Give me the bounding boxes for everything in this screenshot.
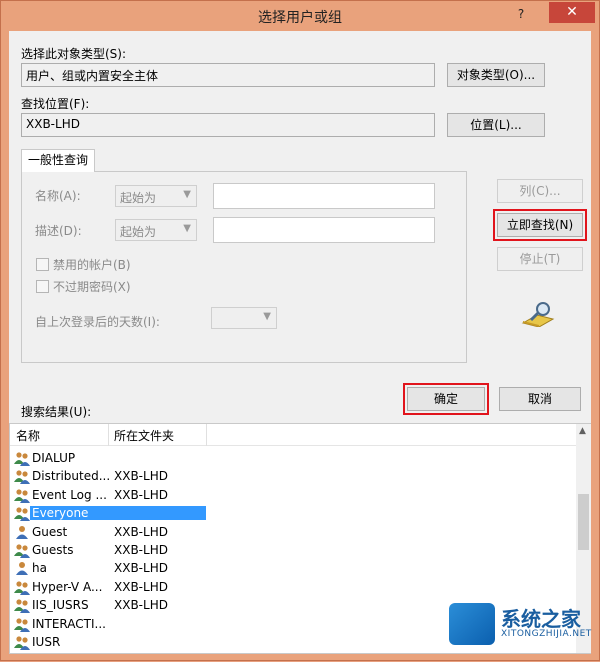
search-results-label: 搜索结果(U): [21, 405, 92, 419]
table-row[interactable]: Guests XXB-LHD [10, 542, 576, 560]
row-name: INTERACTI... [32, 616, 106, 631]
description-mode-select[interactable]: 起始为 ▼ [115, 219, 197, 241]
watermark-url: XITONGZHIJIA.NET [501, 629, 592, 639]
ok-button[interactable]: 确定 [403, 383, 489, 415]
table-row[interactable]: Guest XXB-LHD [10, 524, 576, 542]
row-name: IIS_IUSRS [32, 598, 89, 613]
dialog-window: 选择用户或组 ? ✕ 选择此对象类型(S): 用户、组或内置安全主体 对象类型(… [0, 0, 600, 661]
find-now-button[interactable]: 立即查找(N) [493, 209, 587, 241]
row-folder: XXB-LHD [114, 487, 168, 502]
row-name: Distributed... [32, 469, 111, 484]
column-separator[interactable] [206, 424, 207, 446]
row-folder: XXB-LHD [114, 579, 168, 594]
user-icon [16, 525, 28, 539]
user-group-icon [14, 470, 30, 485]
object-type-field: 用户、组或内置安全主体 [21, 63, 435, 87]
description-label: 描述(D): [35, 224, 82, 238]
non-expiring-password-label: 不过期密码(X) [53, 280, 131, 294]
row-folder: XXB-LHD [114, 598, 168, 613]
watermark: 系统之家 XITONGZHIJIA.NET [441, 591, 600, 662]
locations-button[interactable]: 位置(L)... [447, 113, 545, 137]
row-name: Event Log ... [32, 487, 107, 502]
search-magnifier-icon [521, 301, 555, 328]
column-separator[interactable] [108, 424, 109, 446]
user-group-icon [14, 581, 30, 595]
help-button[interactable]: ? [501, 5, 541, 23]
row-name: Guest [32, 524, 68, 539]
user-icon [16, 562, 28, 576]
location-field: XXB-LHD [21, 113, 435, 137]
description-input[interactable] [213, 217, 435, 243]
non-expiring-password-checkbox[interactable] [36, 280, 49, 293]
description-mode-value: 起始为 [120, 225, 157, 239]
chevron-down-icon: ▼ [183, 189, 191, 200]
days-since-login-select[interactable]: ▼ [211, 307, 277, 329]
user-group-icon [14, 489, 30, 503]
table-row[interactable]: Distributed... XXB-LHD [10, 468, 576, 486]
row-name: DIALUP [32, 451, 76, 465]
columns-button[interactable]: 列(C)... [497, 179, 583, 203]
dialog-client: 选择此对象类型(S): 用户、组或内置安全主体 对象类型(O)... 查找位置(… [9, 31, 591, 654]
user-group-icon [14, 544, 30, 558]
user-group-icon [14, 636, 30, 650]
object-types-button[interactable]: 对象类型(O)... [447, 63, 545, 87]
cancel-button[interactable]: 取消 [499, 387, 581, 411]
stop-button[interactable]: 停止(T) [497, 247, 583, 271]
scrollbar-thumb[interactable] [578, 494, 589, 550]
row-folder: XXB-LHD [114, 561, 168, 576]
name-input[interactable] [213, 183, 435, 209]
chevron-down-icon: ▼ [263, 311, 271, 322]
tab-general-query[interactable]: 一般性查询 [21, 149, 95, 172]
scroll-up-arrow-icon[interactable]: ▲ [579, 426, 586, 436]
user-group-icon [14, 599, 30, 614]
table-row[interactable]: Everyone [10, 505, 576, 523]
days-since-login-label: 自上次登录后的天数(I): [35, 315, 160, 329]
column-header-name[interactable]: 名称 [16, 427, 40, 444]
results-header: 名称 所在文件夹 [10, 424, 576, 446]
row-name: Guests [32, 543, 74, 557]
row-name: Hyper-V A... [32, 579, 103, 594]
close-button[interactable]: ✕ [549, 2, 595, 23]
table-row[interactable]: Event Log ... XXB-LHD [10, 487, 576, 505]
name-label: 名称(A): [35, 189, 81, 203]
user-group-icon [14, 452, 30, 466]
table-row[interactable]: DIALUP [10, 450, 576, 468]
object-type-label: 选择此对象类型(S): [21, 47, 127, 61]
title-bar[interactable]: 选择用户或组 ? ✕ [1, 1, 599, 31]
name-mode-select[interactable]: 起始为 ▼ [115, 185, 197, 207]
row-folder: XXB-LHD [114, 543, 168, 557]
column-header-folder[interactable]: 所在文件夹 [114, 427, 174, 444]
row-name: Everyone [30, 506, 206, 521]
watermark-logo-icon [449, 603, 495, 645]
disabled-accounts-checkbox[interactable] [36, 258, 49, 271]
table-row[interactable]: ha XXB-LHD [10, 560, 576, 578]
row-folder: XXB-LHD [114, 469, 168, 484]
user-group-icon [14, 617, 30, 632]
row-name: ha [32, 561, 47, 576]
row-name: IUSR [32, 635, 61, 649]
chevron-down-icon: ▼ [183, 223, 191, 234]
location-label: 查找位置(F): [21, 97, 90, 111]
row-folder: XXB-LHD [114, 524, 168, 539]
name-mode-value: 起始为 [120, 191, 157, 205]
user-group-icon [14, 507, 30, 522]
disabled-accounts-label: 禁用的帐户(B) [53, 258, 131, 272]
watermark-name: 系统之家 [501, 607, 581, 631]
